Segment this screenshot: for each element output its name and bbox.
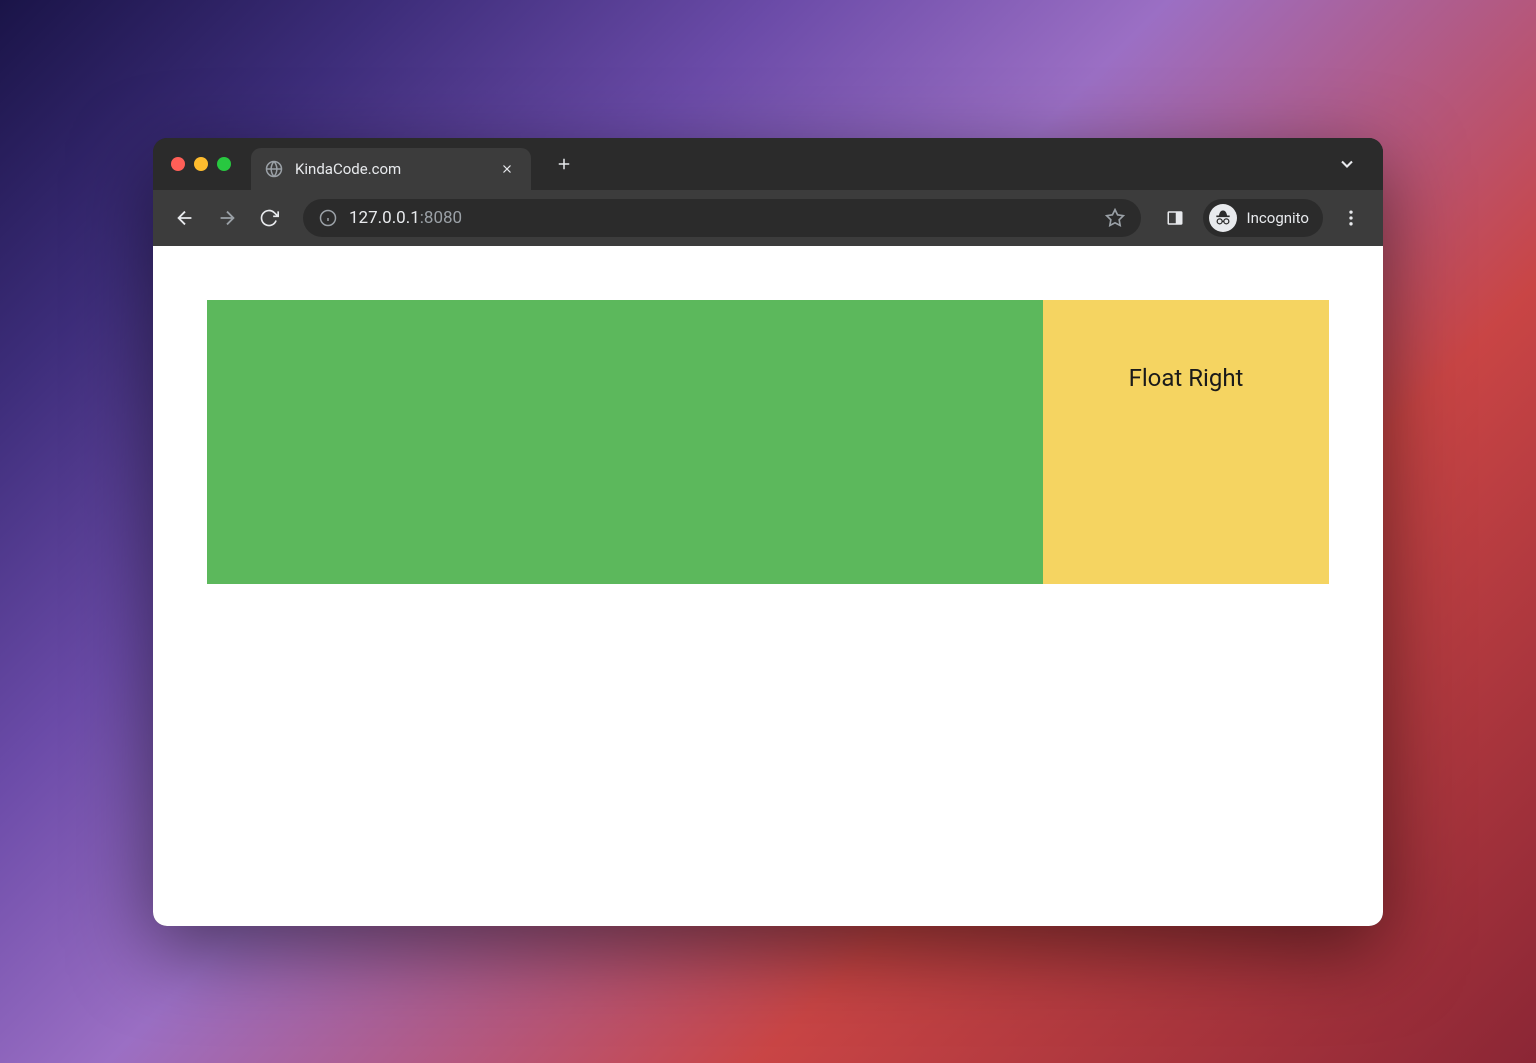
new-tab-button[interactable] <box>549 149 579 179</box>
browser-tab[interactable]: KindaCode.com <box>251 148 531 190</box>
forward-button[interactable] <box>209 200 245 236</box>
incognito-label: Incognito <box>1247 209 1309 227</box>
bookmark-star-icon[interactable] <box>1105 208 1125 228</box>
side-panel-icon[interactable] <box>1157 200 1193 236</box>
tab-close-button[interactable] <box>497 159 517 179</box>
incognito-icon <box>1209 204 1237 232</box>
float-right-box: Float Right <box>1043 300 1329 584</box>
tabs-dropdown-button[interactable] <box>1337 154 1357 174</box>
incognito-badge[interactable]: Incognito <box>1203 199 1323 237</box>
url-host: 127.0.0.1 <box>349 208 420 228</box>
green-container: Float Right <box>207 300 1329 584</box>
address-bar[interactable]: 127.0.0.1:8080 <box>303 199 1141 237</box>
window-close-button[interactable] <box>171 157 185 171</box>
url-text: 127.0.0.1:8080 <box>349 208 1093 228</box>
tab-title: KindaCode.com <box>295 160 485 178</box>
window-minimize-button[interactable] <box>194 157 208 171</box>
site-info-icon[interactable] <box>319 209 337 227</box>
page-viewport: Float Right <box>153 246 1383 926</box>
traffic-lights <box>171 157 231 171</box>
toolbar: 127.0.0.1:8080 <box>153 190 1383 246</box>
browser-window: KindaCode.com <box>153 138 1383 926</box>
globe-icon <box>265 160 283 178</box>
back-button[interactable] <box>167 200 203 236</box>
titlebar: KindaCode.com <box>153 138 1383 190</box>
browser-menu-button[interactable] <box>1333 200 1369 236</box>
url-port: :8080 <box>420 208 462 228</box>
float-right-text: Float Right <box>1129 364 1244 584</box>
window-maximize-button[interactable] <box>217 157 231 171</box>
reload-button[interactable] <box>251 200 287 236</box>
